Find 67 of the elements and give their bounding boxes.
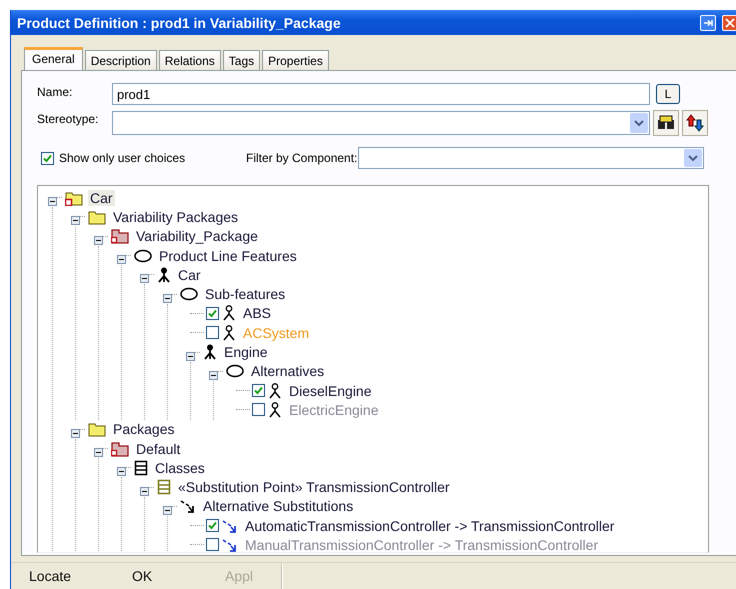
arrow-icon — [180, 498, 196, 514]
package-icon — [111, 440, 129, 456]
filter-dropdown[interactable] — [358, 147, 704, 169]
tree-item[interactable]: Engine — [222, 344, 270, 360]
tree-item[interactable]: Car — [88, 190, 115, 206]
stereotype-label: Stereotype: — [37, 111, 100, 126]
checkbox[interactable] — [252, 403, 265, 416]
folder-icon — [65, 190, 83, 206]
ellipse-icon — [134, 248, 152, 264]
checkbox[interactable] — [206, 326, 219, 340]
pin-button[interactable] — [700, 14, 716, 30]
name-button[interactable]: L — [656, 84, 680, 104]
binoculars-icon — [657, 115, 675, 131]
tree-item[interactable]: Variability_Package — [134, 228, 260, 244]
tab[interactable]: Tags — [222, 50, 260, 70]
tab[interactable]: Relations — [158, 50, 221, 70]
up-down-arrows-icon — [686, 114, 704, 132]
checkbox[interactable] — [206, 306, 219, 320]
caret-icon — [634, 120, 644, 126]
package-icon — [111, 228, 129, 244]
checkbox[interactable] — [206, 519, 219, 532]
figure-icon — [222, 305, 236, 322]
filter-label: Filter by Component: — [246, 151, 358, 165]
figure-icon — [203, 344, 217, 360]
tab[interactable]: General — [24, 47, 83, 70]
tree-item[interactable]: «Substitution Point» TransmissionController — [176, 479, 452, 496]
tree-item[interactable]: Packages — [111, 421, 176, 438]
tree-item[interactable]: Variability Packages — [111, 208, 240, 225]
caret-icon — [688, 154, 698, 162]
arrow-icon — [222, 536, 238, 552]
tree-item[interactable]: Default — [134, 440, 182, 456]
name-label: Name: — [37, 84, 74, 99]
tab[interactable]: Description — [84, 50, 157, 70]
window-title: Product Definition : prod1 in Variability_Package — [17, 14, 342, 30]
checkbox[interactable] — [41, 152, 54, 164]
tree-item[interactable]: DieselEngine — [287, 382, 374, 399]
arrow-icon — [222, 518, 238, 534]
footer-button[interactable]: OK — [114, 568, 217, 584]
tree-item[interactable]: Classes — [153, 460, 207, 476]
footer-button[interactable]: Locate — [11, 568, 114, 584]
figure-icon — [268, 382, 282, 399]
folder-icon — [88, 421, 106, 438]
tree-item[interactable]: ABS — [241, 305, 274, 322]
figure-icon — [268, 402, 282, 418]
pin-icon — [703, 18, 713, 26]
checkbox[interactable] — [206, 538, 219, 552]
tree-item[interactable]: Sub-features — [203, 286, 288, 302]
binoculars-button[interactable] — [653, 110, 679, 136]
close-button[interactable] — [722, 14, 736, 30]
checkbox-label: Show only user choices — [59, 151, 186, 165]
figure-icon — [157, 266, 171, 283]
folder-icon — [88, 208, 106, 225]
tree-item[interactable]: Alternatives — [249, 363, 326, 380]
tree-item[interactable]: Product Line Features — [157, 248, 299, 264]
up-down-arrows-button[interactable] — [682, 110, 708, 136]
tree-item[interactable]: AutomaticTransmissionController -> TransmissionController — [243, 518, 616, 534]
tab[interactable]: Properties — [262, 50, 329, 70]
class-icon — [157, 479, 171, 496]
name-field[interactable]: prod1 — [112, 83, 650, 105]
ellipse-icon — [180, 286, 198, 302]
ellipse-icon — [226, 363, 244, 380]
class-icon — [134, 460, 148, 476]
tree-item[interactable]: Alternative Substitutions — [201, 498, 356, 514]
close-icon — [723, 16, 736, 30]
tree-item[interactable]: Car — [176, 266, 203, 283]
checkbox[interactable] — [252, 384, 265, 398]
figure-icon — [222, 324, 236, 341]
